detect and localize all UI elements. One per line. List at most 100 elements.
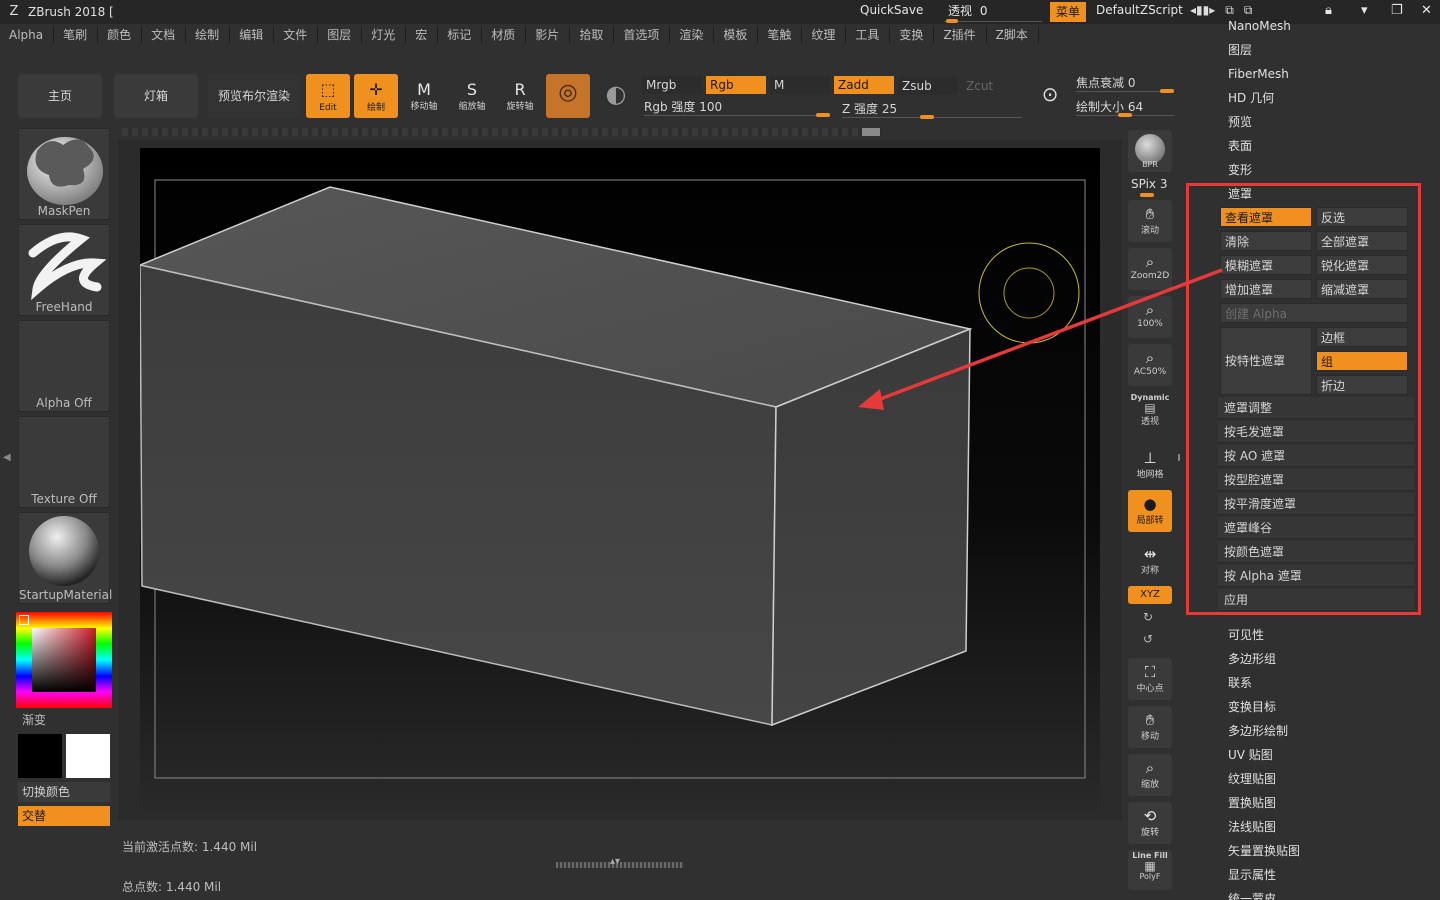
palette-subpalette[interactable]: 变换目标 [1228, 696, 1276, 718]
menu-item[interactable]: 图层 [318, 27, 363, 43]
palette-subpalette[interactable]: 法线贴图 [1228, 816, 1276, 838]
menu-item[interactable]: 首选项 [614, 27, 671, 43]
move-view-button[interactable]: ✋︎ 移动 [1128, 706, 1172, 748]
menu-item[interactable]: Alpha [0, 27, 55, 43]
draw-size-knob[interactable] [1118, 113, 1132, 117]
palette-subpalette[interactable]: 联系 [1228, 672, 1252, 694]
menu-item[interactable]: 宏 [406, 27, 439, 43]
actual-size-button[interactable]: ⌕ 100% [1128, 296, 1172, 338]
menu-item[interactable]: 文件 [274, 27, 319, 43]
focal-shift-slider[interactable]: 焦点衰减 0 [1076, 74, 1174, 93]
spix-slider-knob[interactable] [1140, 193, 1154, 197]
expand-arrows-icon[interactable]: ▴▾ [610, 856, 620, 867]
menu-item[interactable]: 渲染 [670, 27, 715, 43]
menu-item[interactable]: 笔刷 [54, 27, 99, 43]
menu-button[interactable]: 菜单 [1050, 2, 1086, 22]
home-button[interactable]: 主页 [18, 74, 102, 118]
scale-view-button[interactable]: ⌕ 缩放 [1128, 754, 1172, 796]
palette-subpalette[interactable]: FiberMesh [1228, 63, 1289, 85]
minimize-icon[interactable]: ▾ [1361, 3, 1368, 18]
palette-subpalette[interactable]: 可见性 [1228, 624, 1264, 646]
rgb-intensity-knob[interactable] [816, 113, 830, 117]
menu-item[interactable]: 材质 [482, 27, 527, 43]
z-intensity-knob[interactable] [920, 115, 934, 119]
sculptris-button[interactable]: ◐ [596, 76, 636, 116]
palette-subpalette[interactable]: 显示属性 [1228, 864, 1276, 886]
menu-item[interactable]: 笔触 [758, 27, 803, 43]
material-button[interactable]: StartupMaterial [18, 512, 112, 604]
brush-button[interactable]: MaskPen [18, 128, 110, 220]
m-button[interactable]: M [770, 76, 830, 94]
rgb-button[interactable]: Rgb [706, 76, 766, 94]
palette-subpalette[interactable]: 表面 [1228, 135, 1252, 157]
move-gizmo-button[interactable]: M 移动轴 [404, 76, 444, 118]
palette-subpalette[interactable]: 多边形组 [1228, 648, 1276, 670]
menu-item[interactable]: 拾取 [570, 27, 615, 43]
focal-shift-knob[interactable] [1160, 89, 1174, 93]
palette-subpalette[interactable]: 多边形绘制 [1228, 720, 1288, 742]
left-tray-toggle-icon[interactable]: ◀ [3, 452, 11, 463]
menu-item[interactable]: 工具 [846, 27, 891, 43]
menu-item[interactable]: Z插件 [934, 27, 987, 43]
lock-icon[interactable]: 🔒︎ [1325, 3, 1332, 18]
lazy-mouse-button[interactable]: ⊙ [1030, 76, 1070, 116]
menu-item[interactable]: 纹理 [802, 27, 847, 43]
scroll-button[interactable]: ✋︎ 滚动 [1128, 200, 1172, 242]
zcut-button[interactable]: Zcut [962, 77, 1022, 95]
palette-subpalette[interactable]: 变形 [1228, 159, 1252, 181]
palette-subpalette[interactable]: HD 几何 [1228, 87, 1274, 109]
menu-item[interactable]: 编辑 [230, 27, 275, 43]
palette-subpalette[interactable]: UV 贴图 [1228, 744, 1273, 766]
menu-item[interactable]: 标记 [438, 27, 483, 43]
switch-color-button[interactable]: 切换颜色 [18, 782, 110, 802]
z-rotate-icon[interactable]: ↺ [1143, 632, 1153, 646]
palette-subpalette[interactable]: 统一蒙皮 [1228, 888, 1276, 900]
mrgb-button[interactable]: Mrgb [642, 76, 702, 94]
color-picker-hue-ring[interactable] [16, 612, 112, 708]
draw-button[interactable]: ✛ 绘制 [354, 74, 398, 118]
material-sphere-button[interactable]: ◎ [546, 74, 590, 118]
zadd-button[interactable]: Zadd [834, 76, 894, 94]
floor-grid-button[interactable]: ⊥ 地网格 [1128, 444, 1172, 486]
frame-button[interactable]: ⛶ 中心点 [1128, 658, 1172, 700]
menu-item[interactable]: 灯光 [362, 27, 407, 43]
zoom2d-button[interactable]: ⌕ Zoom2D [1128, 248, 1172, 290]
zsub-button[interactable]: Zsub [898, 77, 958, 95]
palette-subpalette[interactable]: 置换贴图 [1228, 792, 1276, 814]
color-picker-square[interactable] [32, 628, 96, 692]
palette-subpalette[interactable]: 矢量置换贴图 [1228, 840, 1300, 862]
slider-knob[interactable] [946, 19, 958, 23]
scale-gizmo-button[interactable]: S 缩放轴 [452, 76, 492, 118]
local-transform-button[interactable]: ● 局部转 [1128, 490, 1172, 532]
xyz-rotate-button[interactable]: XYZ [1128, 586, 1172, 604]
rotate-gizmo-button[interactable]: R 旋转轴 [500, 76, 540, 118]
perspective-slider[interactable]: 透视 0 [944, 2, 1042, 23]
menu-item[interactable]: 影片 [526, 27, 571, 43]
boolean-preview-button[interactable]: 预览布尔渲染 [208, 74, 300, 118]
edit-button[interactable]: ⬚ Edit [306, 74, 350, 118]
bpr-button[interactable]: BPR [1128, 130, 1172, 172]
menu-item[interactable]: 颜色 [98, 27, 143, 43]
palette-subpalette[interactable]: NanoMesh [1228, 15, 1291, 37]
secondary-color-swatch[interactable] [66, 734, 110, 778]
polyframe-button[interactable]: Line Fill ▦ PolyF [1128, 850, 1172, 890]
texture-button[interactable]: Texture Off [18, 416, 110, 508]
toggle-icon[interactable]: ◂▮▮▸ [1190, 3, 1215, 18]
palette-subpalette[interactable]: 预览 [1228, 111, 1252, 133]
perspective-button[interactable]: Dynamic ▤ 透视 [1128, 392, 1172, 434]
default-zscript-button[interactable]: DefaultZScript [1096, 3, 1183, 17]
alpha-button[interactable]: Alpha Off [18, 320, 110, 412]
color-marker[interactable] [19, 615, 29, 625]
lightbox-button[interactable]: 灯箱 [114, 74, 198, 118]
z-intensity-slider[interactable]: Z 强度 25 [842, 100, 1022, 119]
spix-slider-label[interactable]: SPix 3 [1131, 177, 1167, 191]
close-icon[interactable]: ✕ [1421, 3, 1432, 18]
half-size-button[interactable]: ⌕ AC50% [1128, 344, 1172, 386]
rgb-intensity-slider[interactable]: Rgb 强度 100 [644, 98, 830, 117]
rotate-view-button[interactable]: ⟲ 旋转 [1128, 802, 1172, 844]
palette-subpalette[interactable]: 纹理贴图 [1228, 768, 1276, 790]
symmetry-button[interactable]: ⇹ 对称 [1128, 540, 1172, 582]
draw-size-slider[interactable]: 绘制大小 64 [1076, 98, 1174, 117]
menu-item[interactable]: 文档 [142, 27, 187, 43]
menu-item[interactable]: 绘制 [186, 27, 231, 43]
